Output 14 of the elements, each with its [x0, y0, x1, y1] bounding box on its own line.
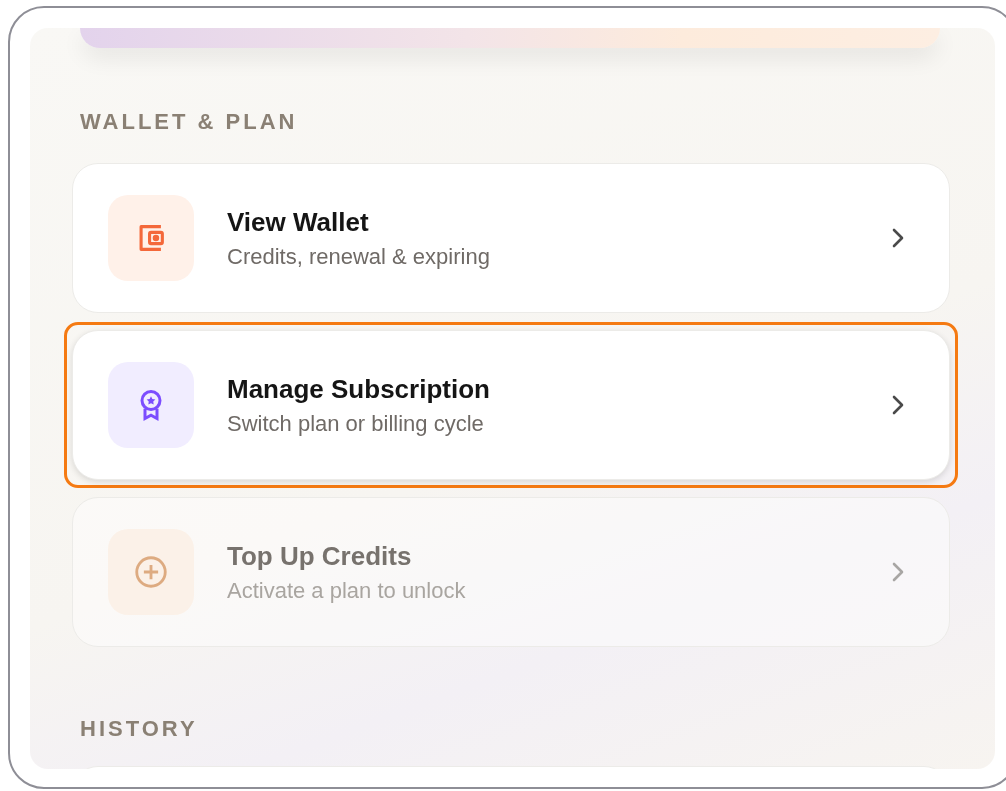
- chevron-right-icon: [891, 227, 905, 249]
- card-subtitle: Switch plan or billing cycle: [227, 410, 484, 437]
- card-title: Manage Subscription: [227, 373, 490, 405]
- card-subtitle: Credits, renewal & expiring: [227, 243, 490, 270]
- section-heading: HISTORY: [80, 718, 199, 740]
- plus-circle-icon: [132, 553, 170, 591]
- card-title: Top Up Credits: [227, 540, 412, 572]
- card-title: View Wallet: [227, 206, 369, 238]
- card-subtitle: Activate a plan to unlock: [227, 577, 466, 604]
- section-heading: WALLET & PLAN: [80, 111, 299, 133]
- menu-card[interactable]: View Wallet Credits, renewal & expiring: [72, 163, 950, 313]
- chevron-right-icon: [891, 394, 905, 416]
- menu-card[interactable]: Manage Subscription Switch plan or billing cycle: [72, 330, 950, 480]
- chevron-right-icon: [891, 561, 905, 583]
